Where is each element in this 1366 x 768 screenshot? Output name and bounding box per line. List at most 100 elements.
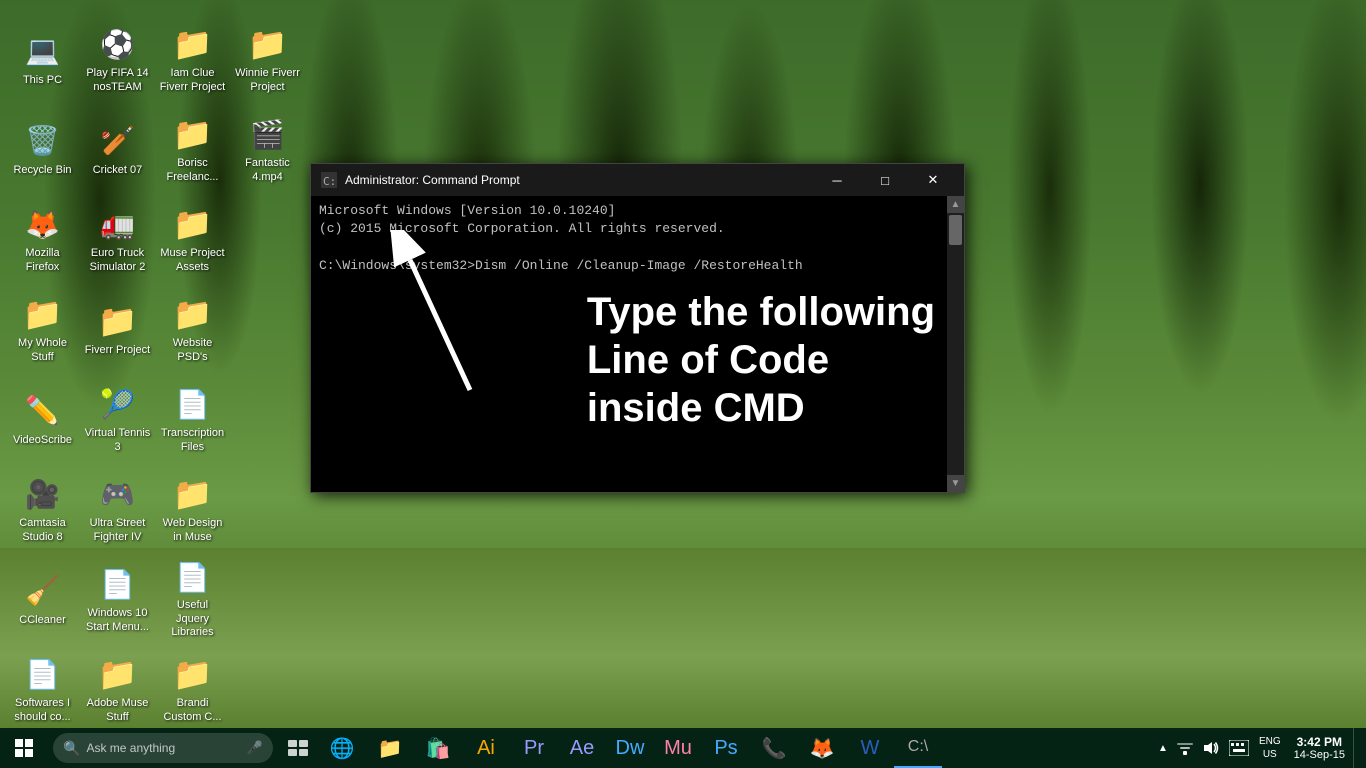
taskbar-file-explorer[interactable]: 📁	[366, 728, 414, 768]
scroll-thumb[interactable]	[949, 215, 962, 245]
taskbar-muse[interactable]: Mu	[654, 728, 702, 768]
search-bar[interactable]: 🔍 Ask me anything 🎤	[53, 733, 273, 763]
language-indicator[interactable]: ENG US	[1254, 728, 1286, 768]
borisc-label: Borisc Freelanc...	[159, 157, 226, 183]
task-view-button[interactable]	[278, 728, 318, 768]
start-button[interactable]	[0, 728, 48, 768]
desktop-icon-adobe-muse[interactable]: 📁 Adobe Muse Stuff	[80, 645, 155, 733]
scroll-up-arrow[interactable]: ▲	[947, 196, 964, 213]
cmd-close-button[interactable]: ✕	[910, 164, 956, 196]
taskbar-store[interactable]: 🛍️	[414, 728, 462, 768]
muse-icon: Mu	[664, 737, 692, 760]
cmd-body[interactable]: Microsoft Windows [Version 10.0.10240] (…	[311, 196, 964, 492]
taskbar-cmd[interactable]: C:\	[894, 728, 942, 768]
desktop-icon-virtual-tennis[interactable]: 🎾 Virtual Tennis 3	[80, 375, 155, 463]
desktop-icon-camtasia[interactable]: 🎥 Camtasia Studio 8	[5, 465, 80, 553]
taskbar-dreamweaver[interactable]: Dw	[606, 728, 654, 768]
my-whole-icon: 📁	[23, 294, 63, 334]
taskbar-after-effects[interactable]: Ae	[558, 728, 606, 768]
after-effects-icon: Ae	[570, 737, 594, 760]
desktop-icon-this-pc[interactable]: 💻 This PC	[5, 15, 80, 103]
mozilla-label: Mozilla Firefox	[9, 247, 76, 273]
euro-truck-icon: 🚛	[98, 204, 138, 244]
show-desktop-button[interactable]	[1353, 728, 1361, 768]
desktop-icon-web-design[interactable]: 📁 Web Design in Muse	[155, 465, 230, 553]
muse-project-label: Muse Project Assets	[159, 247, 226, 273]
desktop-icon-useful-jquery[interactable]: 📄 Useful Jquery Libraries	[155, 555, 230, 643]
desktop-icon-winnie[interactable]: 📁 Winnie Fiverr Project	[230, 15, 305, 103]
cmd-scrollbar[interactable]: ▲ ▼	[947, 196, 964, 492]
windows-logo-icon	[15, 739, 33, 757]
cmd-titlebar[interactable]: C:\ Administrator: Command Prompt ─ □ ✕	[311, 164, 964, 196]
edge-icon: 🌐	[330, 736, 355, 761]
desktop-icon-play-fifa[interactable]: ⚽ Play FIFA 14 nosTEAM	[80, 15, 155, 103]
cmd-title-text: Administrator: Command Prompt	[345, 173, 814, 187]
file-explorer-icon: 📁	[378, 736, 403, 761]
desktop-icon-ccleaner[interactable]: 🧹 CCleaner	[5, 555, 80, 643]
volume-tray-icon[interactable]	[1198, 728, 1224, 768]
tray-expand-button[interactable]: ▲	[1154, 728, 1172, 768]
brandi-label: Brandi Custom C...	[159, 697, 226, 723]
cmd-output-text: Microsoft Windows [Version 10.0.10240] (…	[319, 202, 956, 275]
iam-clue-icon: 📁	[173, 24, 213, 64]
taskbar-illustrator[interactable]: Ai	[462, 728, 510, 768]
icon-placeholder-5	[230, 555, 305, 643]
desktop-icon-videoscribe[interactable]: ✏️ VideoScribe	[5, 375, 80, 463]
fantastic-icon: 🎬	[248, 114, 288, 154]
cricket07-label: Cricket 07	[93, 164, 143, 177]
recycle-bin-icon: 🗑️	[23, 121, 63, 161]
desktop-icon-recycle-bin[interactable]: 🗑️ Recycle Bin	[5, 105, 80, 193]
fiverr-proj-icon: 📁	[98, 301, 138, 341]
desktop-icon-softwares[interactable]: 📄 Softwares I should co...	[5, 645, 80, 733]
desktop-icon-borisc[interactable]: 📁 Borisc Freelanc...	[155, 105, 230, 193]
taskbar-word[interactable]: W	[846, 728, 894, 768]
desktop-icon-transcription[interactable]: 📄 Transcription Files	[155, 375, 230, 463]
cmd-window[interactable]: C:\ Administrator: Command Prompt ─ □ ✕ …	[310, 163, 965, 493]
desktop-icon-iam-clue[interactable]: 📁 Iam Clue Fiverr Project	[155, 15, 230, 103]
svg-text:C:\: C:\	[323, 175, 337, 188]
cmd-maximize-button[interactable]: □	[862, 164, 908, 196]
fantastic-label: Fantastic 4.mp4	[234, 157, 301, 183]
desktop-icon-ultra-street[interactable]: 🎮 Ultra Street Fighter IV	[80, 465, 155, 553]
taskbar-photoshop[interactable]: Ps	[702, 728, 750, 768]
cmd-window-controls: ─ □ ✕	[814, 164, 956, 196]
cricket07-icon: 🏏	[98, 121, 138, 161]
desktop-icon-cricket07[interactable]: 🏏 Cricket 07	[80, 105, 155, 193]
icon-placeholder-3	[230, 375, 305, 463]
borisc-icon: 📁	[173, 114, 213, 154]
mozilla-icon: 🦊	[23, 204, 63, 244]
system-clock[interactable]: 3:42 PM 14-Sep-15	[1286, 728, 1353, 768]
ccleaner-icon: 🧹	[23, 571, 63, 611]
adobe-muse-label: Adobe Muse Stuff	[84, 697, 151, 723]
skype-icon: 📞	[762, 736, 787, 761]
scroll-down-arrow[interactable]: ▼	[947, 475, 964, 492]
input-indicator[interactable]	[1224, 728, 1254, 768]
network-tray-icon[interactable]	[1172, 728, 1198, 768]
desktop-icon-euro-truck[interactable]: 🚛 Euro Truck Simulator 2	[80, 195, 155, 283]
desktop-icon-win10-start[interactable]: 📄 Windows 10 Start Menu...	[80, 555, 155, 643]
website-psd-icon: 📁	[173, 294, 213, 334]
desktop-icon-website-psd[interactable]: 📁 Website PSD's	[155, 285, 230, 373]
videoscribe-label: VideoScribe	[13, 434, 72, 447]
desktop-icon-brandi[interactable]: 📁 Brandi Custom C...	[155, 645, 230, 733]
clock-date: 14-Sep-15	[1294, 749, 1345, 761]
desktop-icon-my-whole[interactable]: 📁 My Whole Stuff	[5, 285, 80, 373]
desktop-icon-mozilla[interactable]: 🦊 Mozilla Firefox	[5, 195, 80, 283]
icon-placeholder-4	[230, 465, 305, 553]
notification-area: ▲	[1154, 728, 1254, 768]
desktop-icon-muse-project[interactable]: 📁 Muse Project Assets	[155, 195, 230, 283]
taskbar-firefox[interactable]: 🦊	[798, 728, 846, 768]
desktop-icon-fiverr-proj[interactable]: 📁 Fiverr Project	[80, 285, 155, 373]
keyboard-icon	[1229, 740, 1249, 756]
taskbar-premiere[interactable]: Pr	[510, 728, 558, 768]
search-icon: 🔍	[63, 740, 80, 757]
winnie-icon: 📁	[248, 24, 288, 64]
desktop-icon-fantastic[interactable]: 🎬 Fantastic 4.mp4	[230, 105, 305, 193]
cmd-minimize-button[interactable]: ─	[814, 164, 860, 196]
taskbar-edge[interactable]: 🌐	[318, 728, 366, 768]
icon-placeholder-2	[230, 285, 305, 373]
lang-line2: US	[1263, 748, 1277, 761]
softwares-label: Softwares I should co...	[9, 697, 76, 723]
taskbar-skype[interactable]: 📞	[750, 728, 798, 768]
this-pc-label: This PC	[23, 74, 62, 87]
